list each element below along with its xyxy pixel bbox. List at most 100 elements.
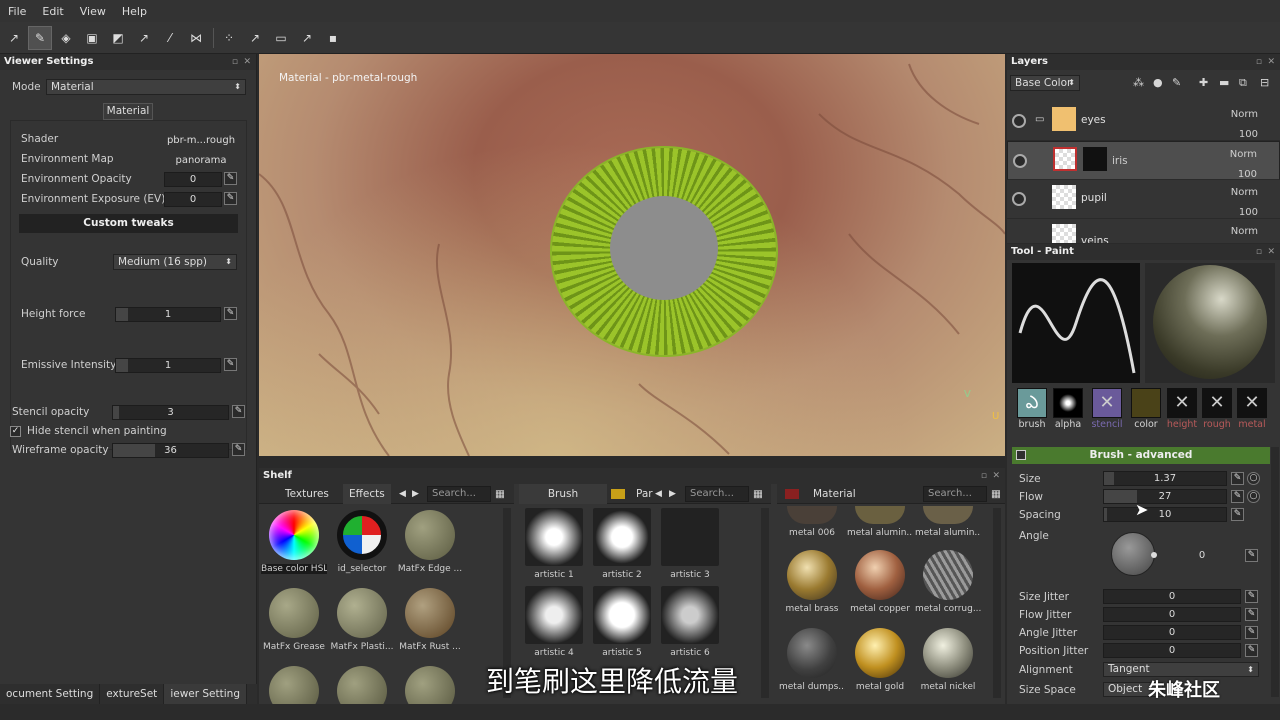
spacing-slider[interactable]: 10	[1103, 507, 1227, 522]
brush-item[interactable]: artistic 4	[521, 586, 587, 658]
alignment-select[interactable]: Tangent ⬍	[1103, 662, 1259, 677]
layer-row[interactable]: veins Norm	[1007, 219, 1280, 244]
edit-icon[interactable]: ✎	[1231, 490, 1244, 503]
stencil-opacity-slider[interactable]: 3	[112, 405, 229, 420]
shelf-search-input[interactable]: Search...	[685, 486, 749, 502]
size-slider[interactable]: 1.37	[1103, 471, 1227, 486]
env-map-value[interactable]: panorama	[164, 153, 238, 168]
channel-stencil[interactable]: ✕ stencil	[1090, 388, 1124, 434]
shelf-item[interactable]: MatFx Edge ...	[397, 510, 463, 574]
tab-brush[interactable]: Brush	[519, 484, 607, 504]
section-checkbox[interactable]	[1016, 450, 1026, 460]
close-icon[interactable]: ✕	[1267, 54, 1275, 70]
edit-icon[interactable]: ✎	[224, 358, 237, 371]
arrow-left-icon[interactable]: ◀	[399, 484, 406, 504]
folder-icon[interactable]: ▬	[1219, 76, 1229, 89]
brush-item[interactable]: artistic 2	[589, 508, 655, 580]
brush-item[interactable]: artistic 5	[589, 586, 655, 658]
edit-icon[interactable]: ✎	[1245, 626, 1258, 639]
paint-brush-icon[interactable]: ✎	[28, 25, 52, 50]
brush-item[interactable]: artistic 6	[657, 586, 723, 658]
edit-icon[interactable]: ✎	[232, 443, 245, 456]
size-jitter-slider[interactable]: 0	[1103, 589, 1241, 604]
material-button[interactable]: Material	[103, 103, 153, 120]
layer-row[interactable]: pupil Norm 100	[1007, 180, 1280, 219]
edit-icon[interactable]: ✎	[232, 405, 245, 418]
material-item[interactable]: metal 006	[779, 506, 845, 538]
edit-icon[interactable]: ✎	[1245, 549, 1258, 562]
edit-icon[interactable]: ✎	[1231, 508, 1244, 521]
grid-view-icon[interactable]: ▦	[753, 484, 763, 504]
tab-textures[interactable]: Textures	[285, 484, 329, 504]
channel-alpha[interactable]: alpha	[1051, 388, 1085, 434]
polyfill-icon[interactable]: ◩	[106, 26, 130, 50]
channel-metal[interactable]: ✕ metal	[1235, 388, 1269, 434]
flow-slider[interactable]: 27	[1103, 489, 1227, 504]
close-icon[interactable]: ✕	[992, 468, 1000, 484]
angle-value[interactable]: 0	[1159, 548, 1245, 563]
projection-icon[interactable]: ▣	[80, 26, 104, 50]
angle-dial[interactable]	[1111, 532, 1157, 576]
menu-help[interactable]: Help	[114, 5, 155, 18]
menu-edit[interactable]: Edit	[34, 5, 71, 18]
float-icon[interactable]: ▫	[981, 468, 987, 484]
shader-value[interactable]: pbr-m...rough	[164, 133, 238, 148]
arrow-right-icon[interactable]: ▶	[412, 484, 419, 504]
picker-icon[interactable]: ⁄	[158, 26, 182, 50]
shelf-search-input[interactable]: Search...	[427, 486, 491, 502]
material-item[interactable]: metal gold	[847, 628, 913, 692]
grid-view-icon[interactable]: ▦	[991, 484, 1001, 504]
hide-stencil-checkbox[interactable]: ✓	[10, 426, 21, 437]
layer-row-selected[interactable]: iris Norm 100	[1007, 141, 1280, 180]
layer-row[interactable]: ▭ eyes Norm 100	[1007, 102, 1280, 141]
menu-file[interactable]: File	[0, 5, 34, 18]
mask-icon[interactable]: ●	[1153, 76, 1163, 89]
env-exposure-field[interactable]: 0	[164, 192, 222, 207]
brush-advanced-header[interactable]: Brush - advanced	[1012, 447, 1270, 464]
quality-select[interactable]: Medium (16 spp) ⬍	[113, 254, 237, 270]
material-item[interactable]: metal copper	[847, 550, 913, 614]
position-jitter-slider[interactable]: 0	[1103, 643, 1241, 658]
env-opacity-field[interactable]: 0	[164, 172, 222, 187]
tab-document-settings[interactable]: ocument Setting	[0, 684, 101, 704]
dock-icon[interactable]: ↗	[2, 26, 26, 50]
shelf-item[interactable]: MatFx Plasti...	[329, 588, 395, 652]
menu-view[interactable]: View	[72, 5, 114, 18]
material-item[interactable]: metal corrug...	[915, 550, 981, 614]
tab-particles[interactable]: Par	[636, 484, 653, 504]
grid-view-icon[interactable]: ▦	[495, 484, 505, 504]
eye-icon[interactable]	[1012, 114, 1026, 128]
eye-icon[interactable]	[1012, 192, 1026, 206]
layout-icon[interactable]: ↗	[243, 26, 267, 50]
emissive-slider[interactable]: 1	[115, 358, 221, 373]
edit-icon[interactable]: ✎	[224, 192, 237, 205]
material-item[interactable]: metal alumin...	[847, 506, 913, 538]
edit-icon[interactable]: ✎	[224, 307, 237, 320]
material-item[interactable]: metal dumps...	[779, 628, 845, 692]
brush-item[interactable]: artistic 3	[657, 508, 723, 580]
shelf-item[interactable]: Base color HSL	[261, 510, 327, 574]
delete-icon[interactable]: ⊟	[1260, 76, 1269, 89]
wireframe-opacity-slider[interactable]: 36	[112, 443, 229, 458]
channel-color[interactable]: color	[1129, 388, 1163, 434]
tab-viewer-settings[interactable]: iewer Setting	[164, 684, 247, 704]
edit-icon[interactable]: ✎	[224, 172, 237, 185]
brush-item[interactable]: artistic 1	[521, 508, 587, 580]
tab-effects[interactable]: Effects	[343, 484, 391, 504]
pressure-icon[interactable]: ○	[1247, 490, 1260, 503]
close-icon[interactable]: ✕	[1267, 244, 1275, 260]
3d-viewport[interactable]: Material - pbr-metal-rough V U	[259, 54, 1005, 456]
2d-view-icon[interactable]: ▭	[269, 26, 293, 50]
add-layer-icon[interactable]: ✚	[1199, 76, 1208, 89]
arrow-left-icon[interactable]: ◀	[655, 484, 662, 504]
float-icon[interactable]: ▫	[1256, 244, 1262, 260]
symmetry-icon[interactable]: ⋈	[184, 26, 208, 50]
flow-jitter-slider[interactable]: 0	[1103, 607, 1241, 622]
brush-icon[interactable]: ✎	[1172, 76, 1181, 89]
float-icon[interactable]: ▫	[232, 54, 238, 70]
eye-icon[interactable]	[1013, 154, 1027, 168]
shelf-item[interactable]: MatFx Rust ...	[397, 588, 463, 652]
shelf-item[interactable]: MatFx Grease	[261, 588, 327, 652]
angle-jitter-slider[interactable]: 0	[1103, 625, 1241, 640]
close-icon[interactable]: ✕	[243, 54, 251, 70]
